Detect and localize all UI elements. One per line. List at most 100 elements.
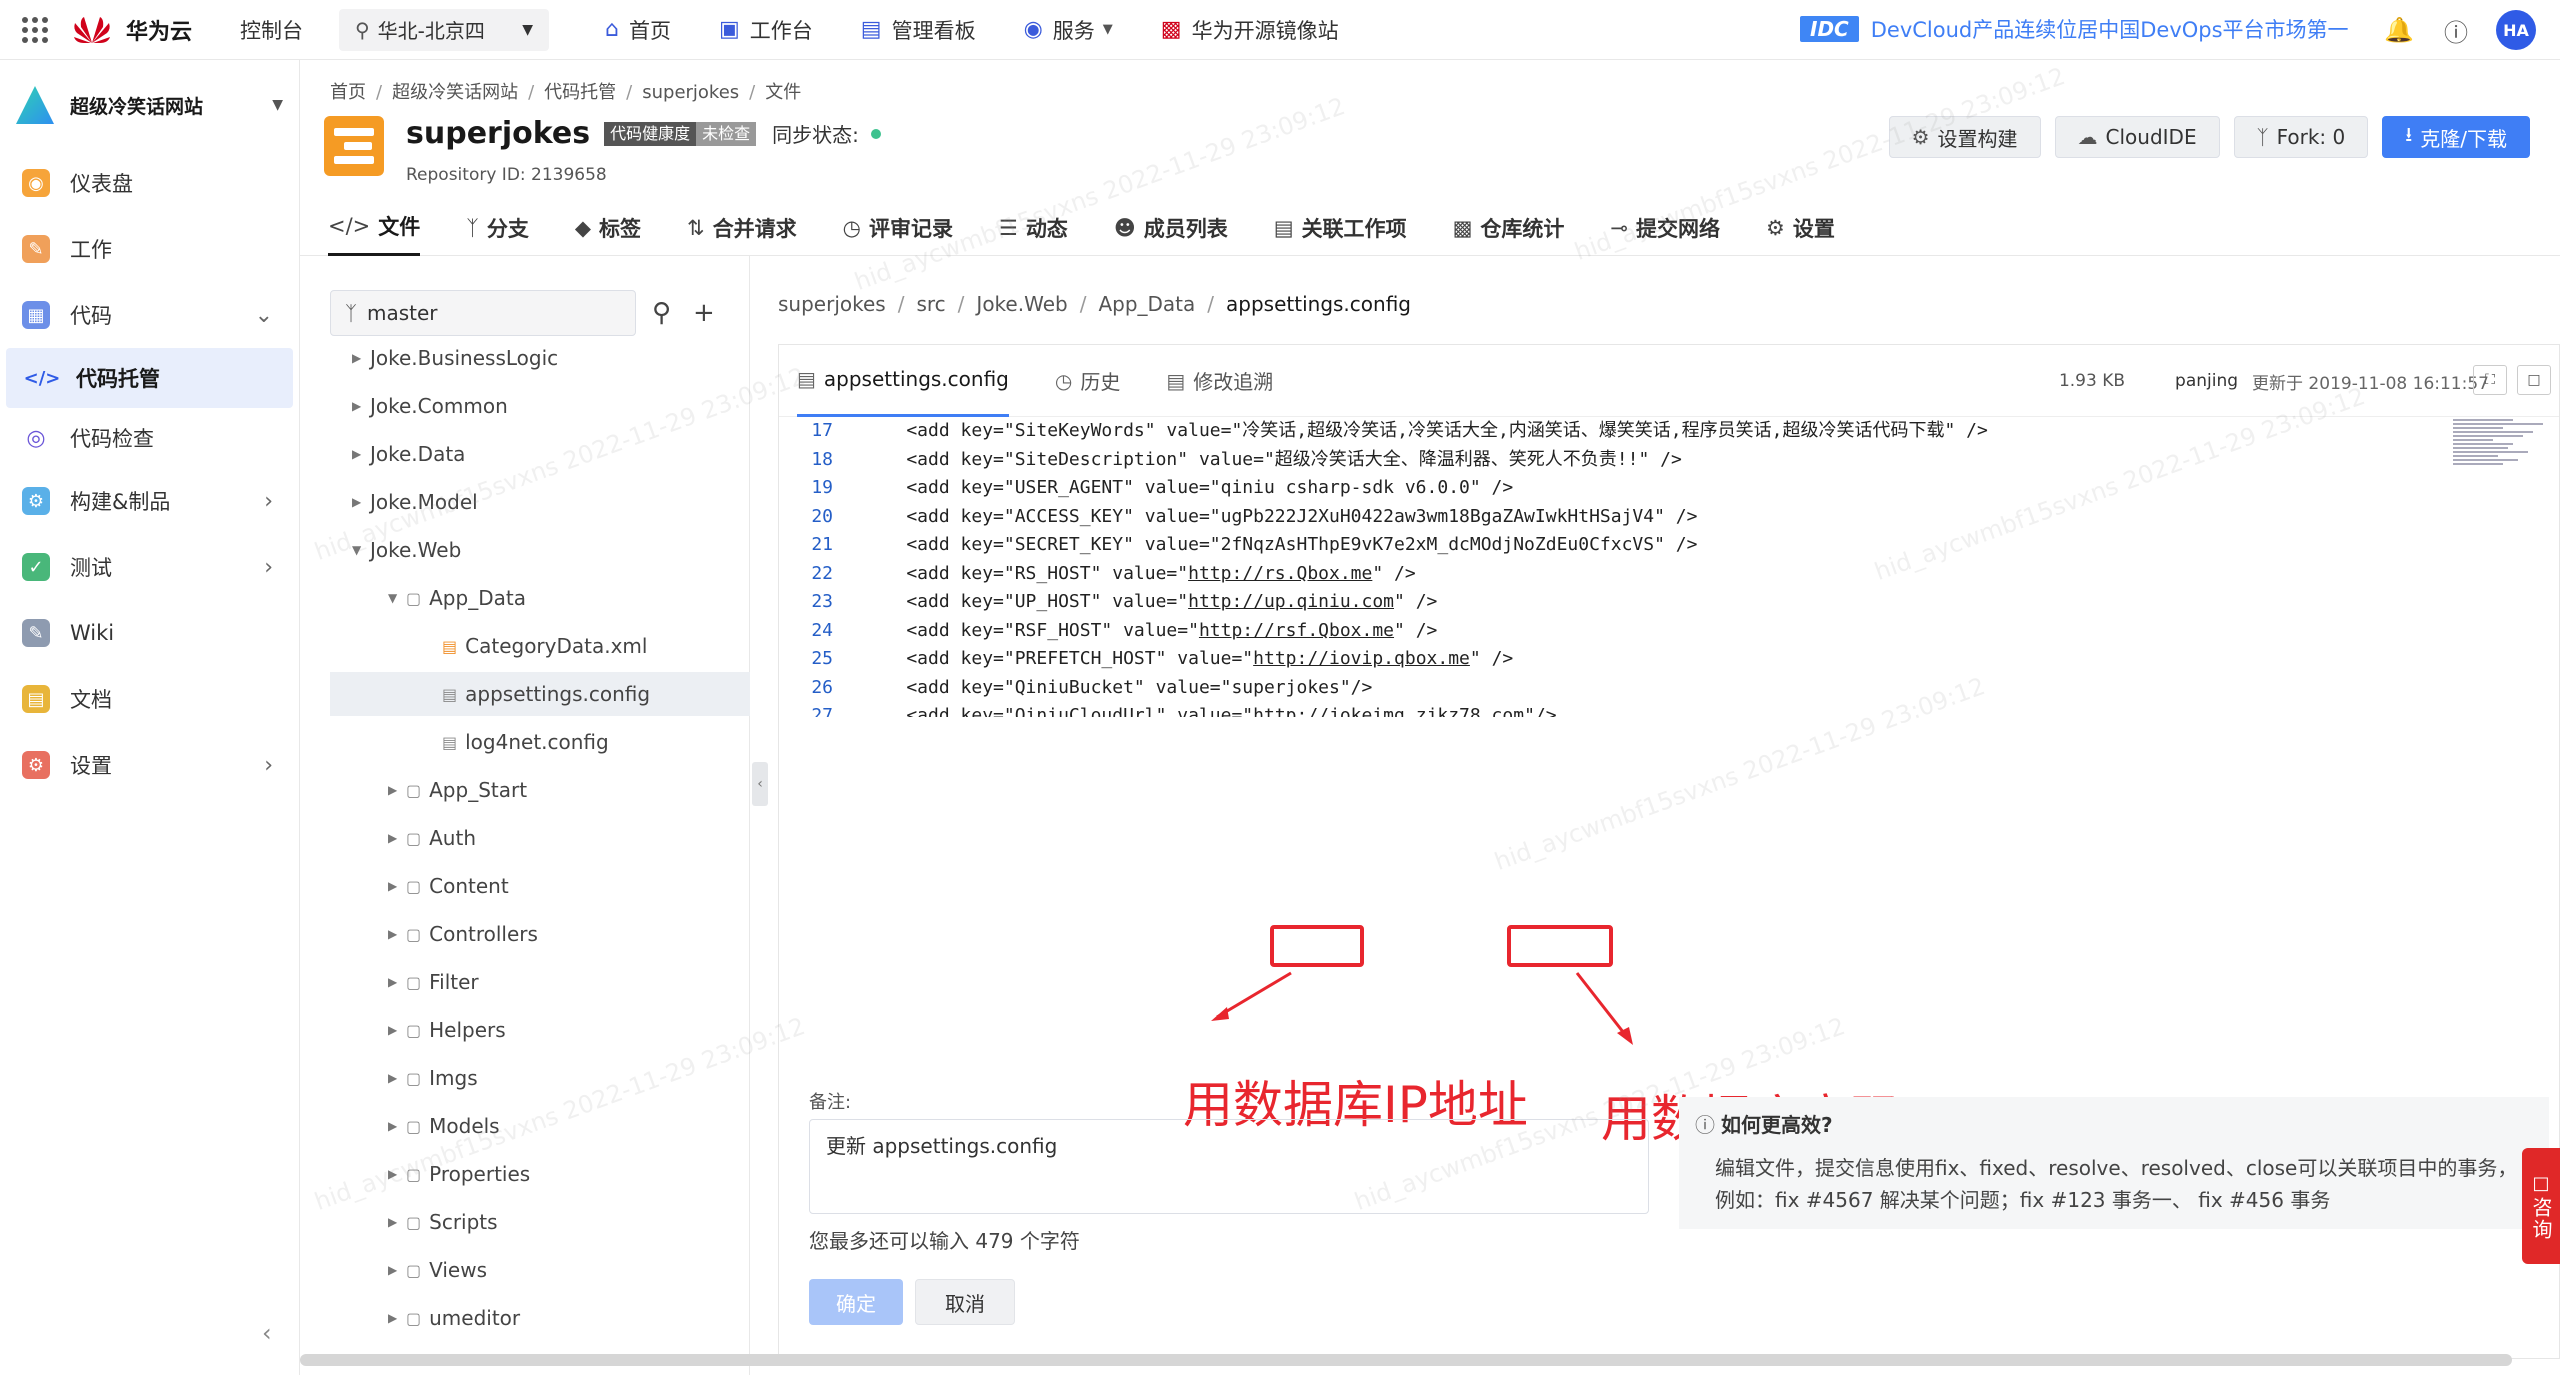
- promo-banner[interactable]: IDC DevCloud产品连续位居中国DevOps平台市场第一: [1800, 12, 2360, 46]
- sidebar-item-work[interactable]: ✎ 工作: [0, 216, 299, 282]
- tree-node[interactable]: ▶ ▢ Scripts: [388, 1200, 498, 1244]
- line-number[interactable]: 24: [779, 617, 833, 646]
- tree-node[interactable]: ▶ ▢ Imgs: [388, 1056, 478, 1100]
- tree-node[interactable]: ▶ ▢ Properties: [388, 1152, 530, 1196]
- confirm-button[interactable]: 确定: [809, 1279, 903, 1325]
- nav-home[interactable]: ⌂ 首页: [605, 15, 671, 45]
- tab-history[interactable]: ◷ 历史: [1055, 345, 1120, 417]
- line-number[interactable]: 20: [779, 503, 833, 532]
- tree-node[interactable]: ▶ Joke.Data: [352, 432, 465, 476]
- tree-node[interactable]: ▶ ▢ Controllers: [388, 912, 538, 956]
- tree-node[interactable]: ▶ ▢ Auth: [388, 816, 476, 860]
- tree-node[interactable]: ▶ ▢ App_Start: [388, 768, 527, 812]
- breadcrumb-project[interactable]: 超级冷笑话网站: [392, 82, 518, 103]
- nav-dashboard[interactable]: ▤ 管理看板: [861, 15, 976, 45]
- breadcrumb-repos[interactable]: 代码托管: [544, 82, 616, 103]
- line-number[interactable]: 22: [779, 560, 833, 589]
- sidebar-item-test[interactable]: ✓ 测试 ›: [0, 534, 299, 600]
- branch-select[interactable]: ᛉ master: [330, 290, 636, 336]
- sidebar-item-codecheck[interactable]: ◎ 代码检查: [0, 408, 299, 468]
- collapse-sidebar-icon[interactable]: ‹: [262, 1319, 272, 1347]
- tab-activity[interactable]: ☰ 动态: [999, 200, 1068, 256]
- breadcrumb-home[interactable]: 首页: [330, 82, 366, 103]
- line-number[interactable]: 17: [779, 417, 833, 446]
- fork-button[interactable]: ᛉ Fork: 0: [2233, 116, 2369, 158]
- tab-tags[interactable]: ◆ 标签: [575, 200, 641, 256]
- tree-node[interactable]: ▶ Joke.Common: [352, 384, 508, 428]
- url-text[interactable]: http://rsf.Qbox.me: [1199, 620, 1394, 641]
- breadcrumb-repo[interactable]: superjokes: [642, 82, 739, 103]
- url-text[interactable]: http://jokeimg.zjkz78.com: [1253, 705, 1524, 717]
- code-minimap[interactable]: [2449, 417, 2559, 483]
- path-segment[interactable]: superjokes: [778, 292, 886, 316]
- tab-blame[interactable]: ▤ 修改追溯: [1166, 345, 1273, 417]
- console-link[interactable]: 控制台: [240, 15, 303, 45]
- apps-grid-icon[interactable]: [22, 16, 48, 43]
- project-switcher[interactable]: 超级冷笑话网站 ▼: [0, 60, 299, 150]
- line-number[interactable]: 21: [779, 531, 833, 560]
- nav-workbench[interactable]: ▣ 工作台: [719, 15, 813, 45]
- bell-icon[interactable]: 🔔: [2384, 16, 2414, 44]
- consult-button[interactable]: □ 咨询: [2522, 1148, 2560, 1264]
- cancel-button[interactable]: 取消: [915, 1279, 1015, 1325]
- sidebar-item-docs[interactable]: ▤ 文档: [0, 666, 299, 732]
- plus-icon[interactable]: +: [693, 298, 715, 328]
- horizontal-scrollbar[interactable]: [300, 1354, 2512, 1366]
- line-number[interactable]: 19: [779, 474, 833, 503]
- collapse-tree-handle[interactable]: ‹: [752, 762, 768, 806]
- tab-branches[interactable]: ᛉ 分支: [466, 200, 529, 256]
- url-text[interactable]: http://iovip.qbox.me: [1253, 648, 1470, 669]
- health-badge[interactable]: 代码健康度 未检查: [604, 121, 757, 146]
- tab-statistics[interactable]: ▩ 仓库统计: [1453, 200, 1565, 256]
- nav-services[interactable]: ◉ 服务 ▼: [1024, 15, 1113, 45]
- tree-node[interactable]: ▶ ▢ umeditor: [388, 1296, 520, 1340]
- huawei-logo[interactable]: 华为云: [72, 13, 192, 47]
- line-number[interactable]: 27: [779, 702, 833, 717]
- sidebar-item-build[interactable]: ⚙ 构建&制品 ›: [0, 468, 299, 534]
- tree-node[interactable]: ▶ ▢ Helpers: [388, 1008, 506, 1052]
- avatar[interactable]: HA: [2496, 10, 2536, 50]
- sidebar-item-dashboard[interactable]: ◉ 仪表盘: [0, 150, 299, 216]
- cloudide-button[interactable]: ☁ CloudIDE: [2054, 116, 2220, 158]
- nav-mirror[interactable]: ▩ 华为开源镜像站: [1161, 15, 1339, 45]
- sidebar-item-repo[interactable]: </> 代码托管: [6, 348, 293, 408]
- tree-node[interactable]: ▶ ▢ Views: [388, 1248, 487, 1292]
- tab-settings[interactable]: ⚙ 设置: [1766, 200, 1835, 256]
- tab-merge-requests[interactable]: ⇅ 合并请求: [687, 200, 797, 256]
- tab-members[interactable]: ☻ 成员列表: [1114, 200, 1228, 256]
- tab-file-content[interactable]: ▤ appsettings.config: [797, 345, 1009, 417]
- path-segment[interactable]: App_Data: [1098, 292, 1195, 316]
- tree-node[interactable]: ▶ ▢ Content: [388, 864, 509, 908]
- tree-node-selected[interactable]: ▤ appsettings.config: [330, 672, 750, 716]
- setup-build-button[interactable]: ⚙ 设置构建: [1888, 116, 2041, 158]
- line-number[interactable]: 18: [779, 446, 833, 475]
- tree-node[interactable]: ▶ Joke.BusinessLogic: [352, 336, 558, 380]
- path-segment[interactable]: src: [916, 292, 945, 316]
- copy-icon[interactable]: □: [2517, 365, 2551, 395]
- line-number[interactable]: 23: [779, 588, 833, 617]
- url-text[interactable]: http://up.qiniu.com: [1188, 591, 1394, 612]
- tab-workitems[interactable]: ▤ 关联工作项: [1274, 200, 1407, 256]
- sidebar-item-wiki[interactable]: ✎ Wiki: [0, 600, 299, 666]
- clone-download-button[interactable]: ⭳ 克隆/下载: [2382, 116, 2530, 158]
- tab-network[interactable]: ⊸ 提交网络: [1610, 200, 1720, 256]
- line-number[interactable]: 25: [779, 645, 833, 674]
- sidebar-item-settings[interactable]: ⚙ 设置 ›: [0, 732, 299, 798]
- sidebar-item-code[interactable]: ▦ 代码 ⌄: [0, 282, 299, 348]
- path-segment[interactable]: Joke.Web: [976, 292, 1067, 316]
- tree-node[interactable]: ▶ ▢ Models: [388, 1104, 500, 1148]
- tree-node[interactable]: ▼ Joke.Web: [352, 528, 461, 572]
- tree-node[interactable]: ▶ Joke.Model: [352, 480, 478, 524]
- help-icon[interactable]: ⓘ: [2444, 13, 2468, 48]
- region-select[interactable]: ⚲ 华北-北京四 ▼: [339, 8, 550, 51]
- search-icon[interactable]: ⚲: [652, 298, 671, 328]
- tree-node[interactable]: ▤ CategoryData.xml: [442, 624, 647, 668]
- line-number[interactable]: 26: [779, 674, 833, 703]
- tab-reviews[interactable]: ◷ 评审记录: [843, 200, 953, 256]
- tree-node[interactable]: ▤ log4net.config: [442, 720, 609, 764]
- tree-node[interactable]: ▶ ▢ Filter: [388, 960, 479, 1004]
- fullscreen-icon[interactable]: ⛶: [2473, 365, 2507, 395]
- url-text[interactable]: http://rs.Qbox.me: [1188, 563, 1372, 584]
- commit-message-input[interactable]: 更新 appsettings.config: [809, 1119, 1649, 1214]
- tree-node[interactable]: ▼ ▢ App_Data: [388, 576, 526, 620]
